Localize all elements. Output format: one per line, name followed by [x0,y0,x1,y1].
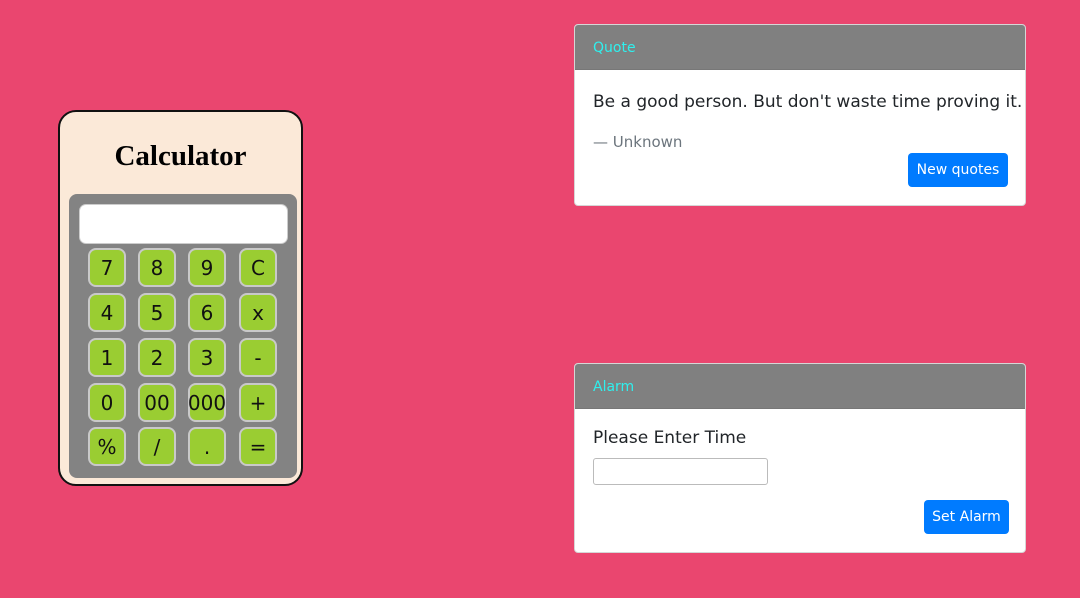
quote-card-header: Quote [575,25,1025,70]
calc-key-2[interactable]: 2 [138,338,176,377]
calc-key-percent[interactable]: % [88,427,126,466]
calculator-display[interactable] [79,204,288,244]
set-alarm-button[interactable]: Set Alarm [924,500,1009,534]
alarm-time-input[interactable] [593,458,768,485]
alarm-card: Alarm Please Enter Time Set Alarm [574,363,1026,553]
new-quotes-button[interactable]: New quotes [908,153,1008,187]
calc-key-4[interactable]: 4 [88,293,126,332]
calc-key-add[interactable]: + [239,383,277,422]
calculator: Calculator 7 8 9 C 4 5 6 x 1 2 3-0 00 000 +% /. = [58,110,303,486]
calc-key-7[interactable]: 7 [88,248,126,287]
calculator-keypad-panel: 7 8 9 C 4 5 6 x 1 2 3-0 00 000 +% /. = [69,194,297,478]
calc-key-multiply[interactable]: x [239,293,277,332]
calc-key-5[interactable]: 5 [138,293,176,332]
alarm-card-header: Alarm [575,364,1025,409]
calc-key-000[interactable]: 000 [188,383,226,422]
quote-card: Quote Be a good person. But don't waste … [574,24,1026,206]
calc-key-1[interactable]: 1 [88,338,126,377]
quote-text: Be a good person. But don't waste time p… [593,92,1023,112]
calc-key-8[interactable]: 8 [138,248,176,287]
calc-key-0[interactable]: 0 [88,383,126,422]
calc-key-9[interactable]: 9 [188,248,226,287]
calculator-title: Calculator [114,140,247,172]
calc-key-equals[interactable]: = [239,427,277,466]
calc-key-divide[interactable]: / [138,427,176,466]
calc-key-decimal[interactable]: . [188,427,226,466]
calc-key-00[interactable]: 00 [138,383,176,422]
quote-author: — Unknown [593,133,683,151]
calc-key-clear[interactable]: C [239,248,277,287]
alarm-time-label: Please Enter Time [593,428,747,448]
calc-key-6[interactable]: 6 [188,293,226,332]
calc-key-3[interactable]: 3 [188,338,226,377]
calc-key-subtract[interactable]: - [239,338,277,377]
